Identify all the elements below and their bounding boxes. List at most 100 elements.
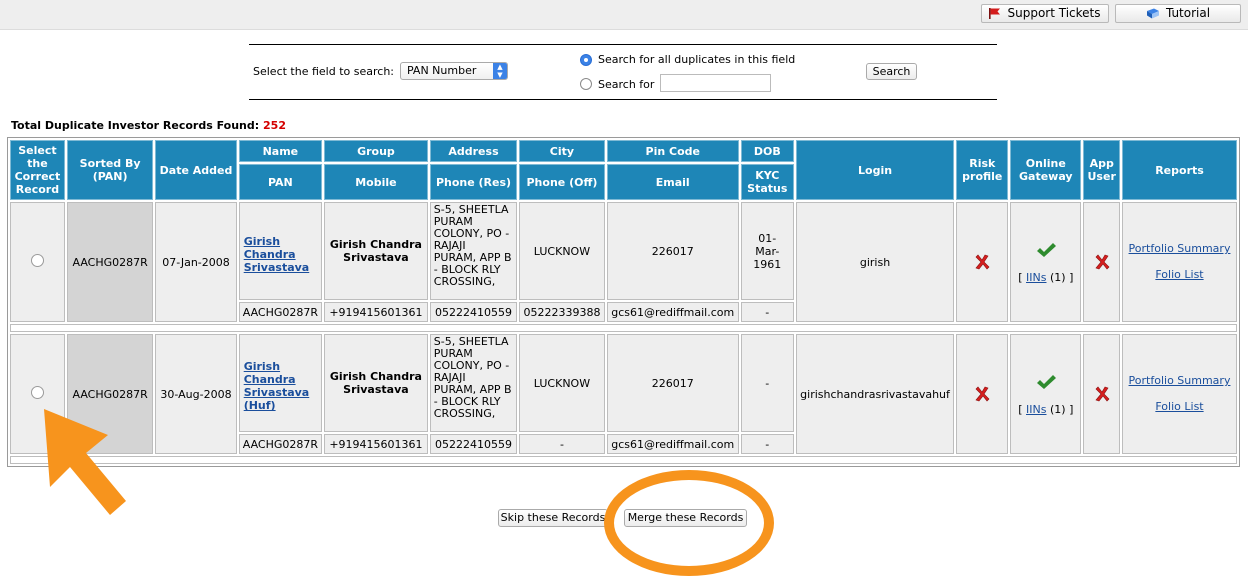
iins-link[interactable]: IINs [1026, 403, 1046, 416]
total-duplicates-summary: Total Duplicate Investor Records Found: … [11, 119, 286, 132]
search-for-label: Search for [598, 78, 655, 91]
pincode-cell: 226017 [606, 334, 739, 432]
folio-list-link[interactable]: Folio List [1125, 400, 1234, 414]
header-risk: Risk profile [956, 140, 1009, 200]
header-phone-off: Phone (Off) [519, 164, 605, 200]
phone-res-cell: 05222410559 [429, 434, 518, 454]
header-pincode: Pin Code [606, 140, 739, 162]
search-for-input[interactable] [660, 74, 771, 92]
table-row: AACHG0287R 07-Jan-2008 Girish Chandra Sr… [10, 202, 1237, 322]
x-icon [1086, 253, 1117, 271]
iins-suffix: (1) ] [1049, 402, 1074, 416]
investor-name-link[interactable]: Girish Chandra Srivastava [244, 235, 319, 274]
header-name: Name [238, 140, 323, 162]
group-cell: Girish Chandra Srivastava [324, 202, 428, 300]
iins-text: [ IINs (1) ] [1013, 271, 1078, 284]
portfolio-summary-link[interactable]: Portfolio Summary [1125, 374, 1234, 388]
city-cell: LUCKNOW [519, 334, 605, 432]
tutorial-button[interactable]: Tutorial [1115, 4, 1241, 23]
iins-link[interactable]: IINs [1026, 271, 1046, 284]
portfolio-summary-link[interactable]: Portfolio Summary [1125, 242, 1234, 256]
login-cell: girishchandrasrivastavahuf [795, 334, 955, 454]
folio-list-link[interactable]: Folio List [1125, 268, 1234, 282]
app-user-cell [1083, 202, 1120, 322]
dob-line: Mar- [755, 244, 780, 258]
x-icon [1086, 385, 1117, 403]
header-login: Login [795, 140, 955, 200]
header-phone-res: Phone (Res) [429, 164, 518, 200]
mobile-cell: +919415601361 [324, 302, 428, 322]
check-icon [1013, 241, 1078, 259]
header-sorted: Sorted By (PAN) [66, 140, 154, 200]
address-line: CROSSING, [433, 407, 496, 420]
pincode-cell: 226017 [606, 202, 739, 300]
name-line: (Huf) [243, 399, 276, 412]
name-line: Girish [243, 360, 281, 373]
iins-prefix: [ [1018, 270, 1023, 284]
dob-line: 01- [758, 231, 777, 245]
reports-cell: Portfolio Summary Folio List [1122, 334, 1237, 454]
iins-suffix: (1) ] [1049, 270, 1074, 284]
duplicate-records-table: Select the Correct Record Sorted By (PAN… [7, 137, 1240, 467]
table-row: AACHG0287R 30-Aug-2008 Girish Chandra Sr… [10, 334, 1237, 454]
phone-res-cell: 05222410559 [429, 302, 518, 322]
search-all-duplicates-radio[interactable] [580, 54, 592, 66]
book-icon [1146, 8, 1160, 19]
search-field-label: Select the field to search: [253, 65, 394, 78]
total-duplicates-label: Total Duplicate Investor Records Found: [11, 119, 260, 132]
search-field-select[interactable]: PAN Number ▲ ▼ [400, 62, 508, 80]
check-icon [1013, 373, 1078, 391]
header-group: Group [324, 140, 428, 162]
header-mobile: Mobile [324, 164, 428, 200]
dob-line: 1961 [753, 257, 782, 271]
name-line: Srivastava [243, 261, 310, 274]
name-line: Chandra [243, 248, 296, 261]
dob-cell: 01- Mar- 1961 [740, 202, 794, 300]
phone-off-cell: - [519, 434, 605, 454]
x-icon [959, 385, 1005, 403]
header-dob: DOB [740, 140, 794, 162]
online-gateway-cell: [ IINs (1) ] [1010, 202, 1082, 322]
x-icon [959, 253, 1005, 271]
header-email: Email [606, 164, 739, 200]
kyc-cell: - [740, 302, 794, 322]
header-app-user: App User [1083, 140, 1120, 200]
header-kyc: KYC Status [740, 164, 794, 200]
date-added-cell: 30-Aug-2008 [155, 334, 237, 454]
city-cell: LUCKNOW [519, 202, 605, 300]
tutorial-label: Tutorial [1165, 6, 1211, 20]
select-record-radio[interactable] [30, 254, 44, 267]
kyc-cell: - [740, 434, 794, 454]
app-user-cell [1083, 334, 1120, 454]
phone-off-cell: 05222339388 [519, 302, 605, 322]
arrow-annotation [44, 409, 126, 515]
mobile-cell: +919415601361 [324, 434, 428, 454]
address-line: CROSSING, [433, 275, 496, 288]
name-cell: Girish Chandra Srivastava [238, 202, 323, 300]
sorted-pan-cell: AACHG0287R [66, 202, 154, 322]
search-field-value: PAN Number [407, 64, 477, 77]
address-cell: S-5, SHEETLA PURAM COLONY, PO - RAJAJI P… [429, 334, 518, 432]
row-separator [10, 456, 1237, 464]
iins-prefix: [ [1018, 402, 1023, 416]
search-button[interactable]: Search [866, 63, 917, 80]
flag-icon [989, 8, 1001, 19]
dob-cell: - [740, 334, 794, 432]
row-separator [10, 324, 1237, 332]
support-tickets-button[interactable]: Support Tickets [981, 4, 1109, 23]
search-for-radio[interactable] [580, 78, 592, 90]
risk-profile-cell [956, 334, 1009, 454]
login-cell: girish [795, 202, 955, 322]
date-added-cell: 07-Jan-2008 [155, 202, 237, 322]
iins-text: [ IINs (1) ] [1013, 403, 1078, 416]
name-line: Chandra [243, 373, 296, 386]
group-cell: Girish Chandra Srivastava [324, 334, 428, 432]
select-record-radio[interactable] [30, 386, 44, 399]
header-date-added: Date Added [155, 140, 237, 200]
header-reports: Reports [1122, 140, 1237, 200]
header-address: Address [429, 140, 518, 162]
total-duplicates-count: 252 [263, 119, 286, 132]
investor-name-link[interactable]: Girish Chandra Srivastava (Huf) [244, 360, 319, 412]
skip-records-button[interactable]: Skip these Records [498, 509, 608, 527]
search-all-duplicates-label: Search for all duplicates in this field [598, 53, 796, 66]
